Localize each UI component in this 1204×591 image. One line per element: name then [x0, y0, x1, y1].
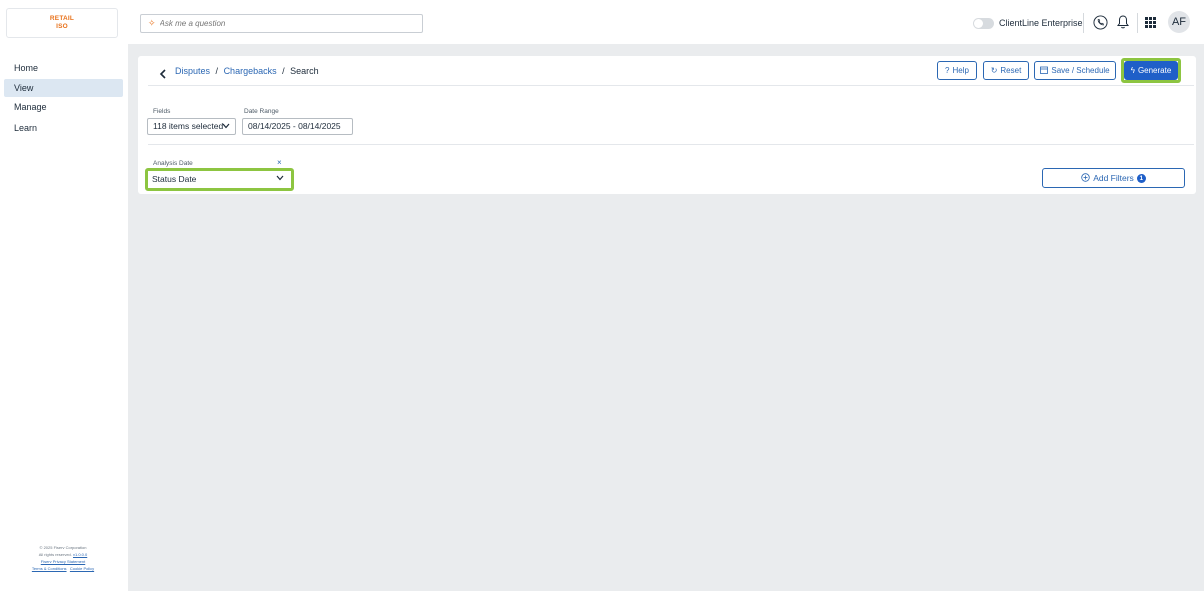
divider	[148, 85, 1194, 86]
company-logo[interactable]: RETAIL ISO	[6, 8, 118, 38]
footer-cookie-link[interactable]: Cookie Policy	[70, 566, 94, 571]
breadcrumb: Disputes / Chargebacks / Search	[175, 66, 319, 76]
clear-icon[interactable]: ×	[277, 158, 282, 167]
save-schedule-button[interactable]: Save / Schedule	[1034, 61, 1116, 80]
enterprise-label: ClientLine Enterprise	[999, 18, 1083, 28]
bell-icon[interactable]	[1116, 14, 1130, 30]
footer-copyright: © 2025 Fiserv Corporation	[39, 545, 87, 550]
add-filters-badge: 1	[1136, 173, 1146, 183]
analysis-date-highlight	[145, 168, 294, 191]
plus-circle-icon	[1081, 172, 1090, 184]
fields-value: 118 items selected	[153, 121, 224, 131]
left-sidebar: Home View Manage Learn © 2025 Fiserv Cor…	[0, 44, 126, 591]
top-bar: RETAIL ISO ✧ ClientLine Enterprise AF	[0, 0, 1204, 44]
footer-privacy-link[interactable]: Fiserv Privacy Statement	[0, 558, 126, 565]
footer-rights-text: All rights reserved.	[38, 552, 72, 557]
user-avatar[interactable]: AF	[1168, 11, 1190, 33]
app-grid-icon[interactable]	[1145, 17, 1156, 28]
fields-label: Fields	[153, 108, 171, 115]
footer-rights: All rights reserved. v1.0.0.0	[0, 551, 126, 558]
search-card: Disputes / Chargebacks / Search ? Help ↻…	[138, 56, 1196, 194]
footer-version-link[interactable]: v1.0.0.0	[73, 552, 87, 557]
sidebar-item-manage[interactable]: Manage	[4, 98, 123, 116]
footer-links-row: Terms & Conditions Cookie Policy	[0, 565, 126, 572]
breadcrumb-separator: /	[282, 66, 285, 76]
chevron-left-icon[interactable]	[159, 66, 167, 82]
sidebar-item-view[interactable]: View	[4, 79, 123, 97]
calendar-icon	[1040, 66, 1049, 76]
analysis-date-label: Analysis Date	[153, 160, 193, 167]
logo-line2: ISO	[56, 22, 68, 30]
breadcrumb-chargebacks[interactable]: Chargebacks	[224, 66, 277, 76]
help-label: Help	[952, 66, 969, 75]
breadcrumb-current: Search	[290, 66, 319, 76]
logo-line1: RETAIL	[49, 15, 75, 22]
sparkle-icon: ✧	[148, 18, 156, 28]
help-button[interactable]: ? Help	[937, 61, 977, 80]
header-divider	[1137, 13, 1138, 33]
date-range-input[interactable]: 08/14/2025 - 08/14/2025	[242, 118, 353, 135]
phone-icon[interactable]	[1093, 15, 1108, 30]
footer-terms-link[interactable]: Terms & Conditions	[32, 566, 67, 571]
add-filters-label: Add Filters	[1093, 173, 1134, 183]
sidebar-footer: © 2025 Fiserv Corporation All rights res…	[0, 544, 126, 572]
enterprise-toggle[interactable]	[973, 18, 994, 29]
add-filters-button[interactable]: Add Filters 1	[1042, 168, 1185, 188]
reset-label: Reset	[1000, 66, 1022, 75]
chevron-down-icon	[222, 119, 230, 134]
ask-question-input[interactable]	[159, 19, 410, 28]
fields-select[interactable]: 118 items selected	[147, 118, 236, 135]
breadcrumb-separator: /	[215, 66, 219, 76]
generate-highlight	[1121, 58, 1181, 83]
date-range-label: Date Range	[244, 108, 279, 115]
sidebar-item-home[interactable]: Home	[4, 59, 123, 77]
toggle-knob	[974, 19, 983, 28]
question-icon: ?	[945, 66, 950, 75]
breadcrumb-disputes[interactable]: Disputes	[175, 66, 210, 76]
sidebar-item-learn[interactable]: Learn	[4, 119, 123, 137]
divider	[148, 144, 1194, 145]
save-schedule-label: Save / Schedule	[1051, 66, 1110, 75]
main-content: Disputes / Chargebacks / Search ? Help ↻…	[128, 44, 1204, 591]
header-divider	[1083, 13, 1084, 33]
ask-question-box[interactable]: ✧	[140, 14, 423, 33]
reset-button[interactable]: ↻ Reset	[983, 61, 1029, 80]
refresh-icon: ↻	[990, 66, 998, 75]
